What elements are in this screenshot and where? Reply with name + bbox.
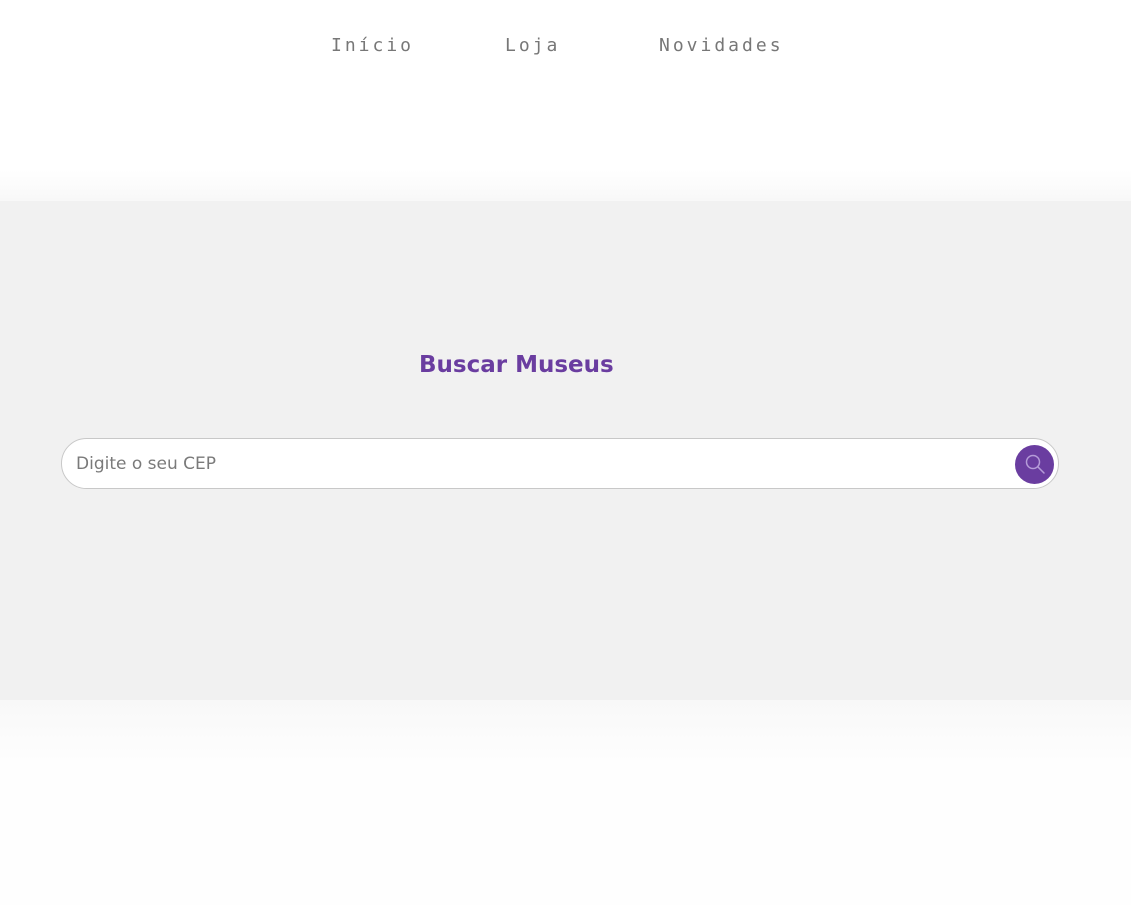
bottom-section-fade: [0, 700, 1131, 765]
top-section-fade: [0, 170, 1131, 201]
cep-search-box: [61, 438, 1059, 489]
search-button[interactable]: [1015, 445, 1054, 484]
top-navigation: Início Loja Novidades: [0, 0, 1131, 92]
museum-search-page: Início Loja Novidades Buscar Museus: [0, 0, 1131, 905]
nav-link-inicio[interactable]: Início: [331, 34, 414, 58]
museum-search-section: Buscar Museus: [0, 201, 1131, 700]
search-icon: [1025, 454, 1045, 474]
cep-input[interactable]: [76, 449, 1001, 479]
nav-link-novidades[interactable]: Novidades: [659, 34, 784, 58]
nav-link-loja[interactable]: Loja: [505, 34, 560, 58]
search-title: Buscar Museus: [419, 352, 614, 378]
bottom-empty-area: [0, 765, 1131, 905]
